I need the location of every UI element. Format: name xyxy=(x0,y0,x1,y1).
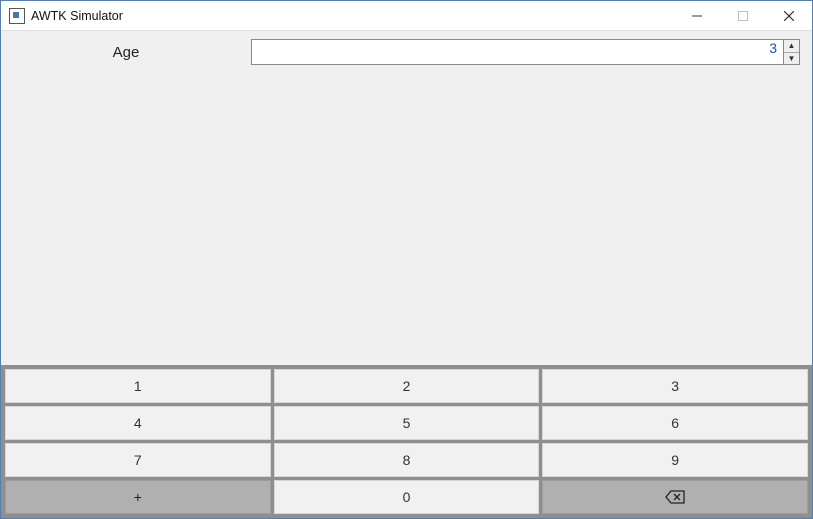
key-6[interactable]: 6 xyxy=(542,406,808,440)
key-7[interactable]: 7 xyxy=(5,443,271,477)
chevron-down-icon: ▼ xyxy=(788,54,796,63)
key-1[interactable]: 1 xyxy=(5,369,271,403)
chevron-up-icon: ▲ xyxy=(788,41,796,50)
window-title: AWTK Simulator xyxy=(31,9,123,23)
key-9[interactable]: 9 xyxy=(542,443,808,477)
backspace-icon xyxy=(665,490,685,504)
key-backspace[interactable] xyxy=(542,480,808,514)
age-spin-down[interactable]: ▼ xyxy=(784,52,799,65)
close-button[interactable] xyxy=(766,1,812,31)
key-4[interactable]: 4 xyxy=(5,406,271,440)
key-3[interactable]: 3 xyxy=(542,369,808,403)
minimize-icon xyxy=(692,11,702,21)
close-icon xyxy=(784,11,794,21)
key-plus[interactable]: + xyxy=(5,480,271,514)
key-8[interactable]: 8 xyxy=(274,443,540,477)
key-2[interactable]: 2 xyxy=(274,369,540,403)
titlebar: AWTK Simulator xyxy=(1,1,812,31)
age-spinbox: 3 ▲ ▼ xyxy=(251,39,800,65)
age-label: Age xyxy=(1,44,251,61)
minimize-button[interactable] xyxy=(674,1,720,31)
maximize-icon xyxy=(738,11,748,21)
key-5[interactable]: 5 xyxy=(274,406,540,440)
age-spin-buttons: ▲ ▼ xyxy=(784,39,800,65)
age-spin-up[interactable]: ▲ xyxy=(784,40,799,52)
client-area: Age 3 ▲ ▼ 1 2 3 4 5 6 7 8 xyxy=(1,31,812,518)
maximize-button[interactable] xyxy=(720,1,766,31)
age-input[interactable]: 3 xyxy=(251,39,784,65)
app-icon xyxy=(9,8,25,24)
app-window: AWTK Simulator Age 3 ▲ ▼ xyxy=(0,0,813,519)
key-0[interactable]: 0 xyxy=(274,480,540,514)
age-row: Age 3 ▲ ▼ xyxy=(1,39,812,65)
numeric-keypad: 1 2 3 4 5 6 7 8 9 + 0 xyxy=(1,365,812,518)
